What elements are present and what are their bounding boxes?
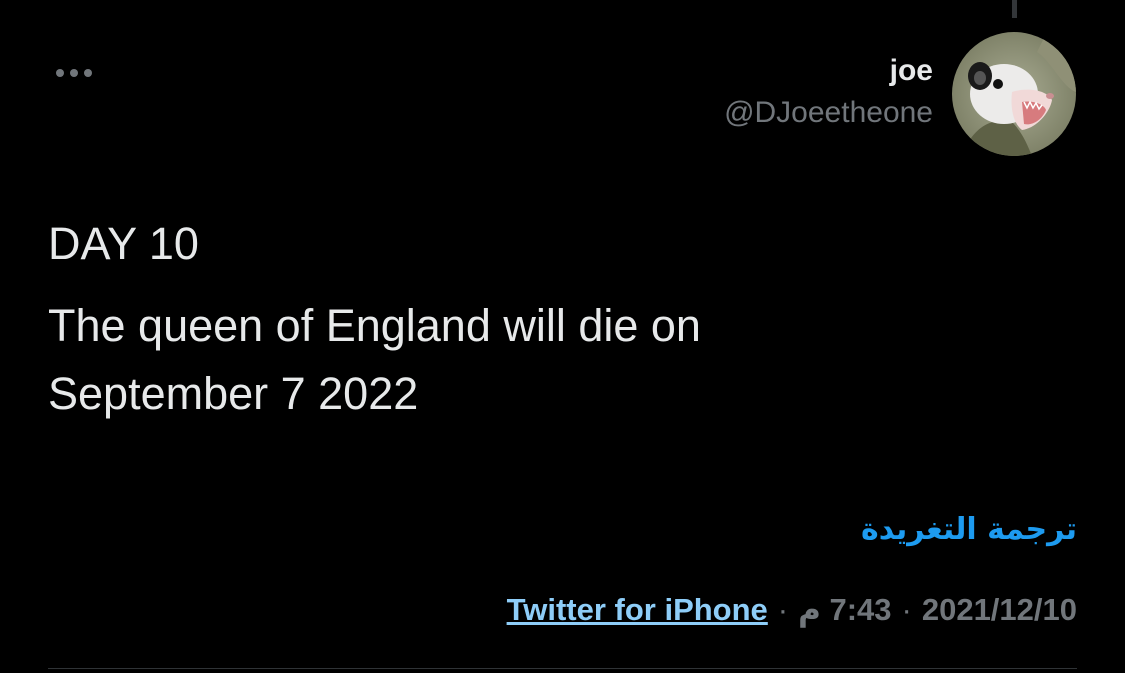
divider bbox=[48, 668, 1077, 669]
tweet-text: DAY 10 The queen of England will die on … bbox=[48, 210, 1078, 442]
tweet-time[interactable]: 7:43 م bbox=[798, 592, 891, 627]
tweet-metadata: Twitter for iPhone · 7:43 م · 2021/12/10 bbox=[507, 592, 1077, 628]
translate-tweet-link[interactable]: ترجمة التغريدة bbox=[861, 512, 1077, 547]
author-display-name[interactable]: joe bbox=[724, 50, 933, 92]
thread-connector-line bbox=[1012, 0, 1017, 18]
more-horizontal-icon bbox=[56, 69, 92, 77]
source-link[interactable]: Twitter for iPhone bbox=[507, 592, 768, 627]
tweet-text-line-2: The queen of England will die on Septemb… bbox=[48, 300, 701, 419]
more-options-button[interactable] bbox=[50, 56, 98, 90]
tweet-date[interactable]: 2021/12/10 bbox=[922, 592, 1077, 627]
avatar[interactable] bbox=[952, 32, 1076, 156]
separator: · bbox=[901, 592, 912, 627]
author-handle[interactable]: @DJoeetheone bbox=[724, 92, 933, 134]
author-info[interactable]: joe @DJoeetheone bbox=[724, 50, 933, 134]
opossum-avatar-image bbox=[952, 32, 1076, 156]
tweet-text-line-1: DAY 10 bbox=[48, 218, 199, 269]
separator: · bbox=[777, 592, 789, 627]
